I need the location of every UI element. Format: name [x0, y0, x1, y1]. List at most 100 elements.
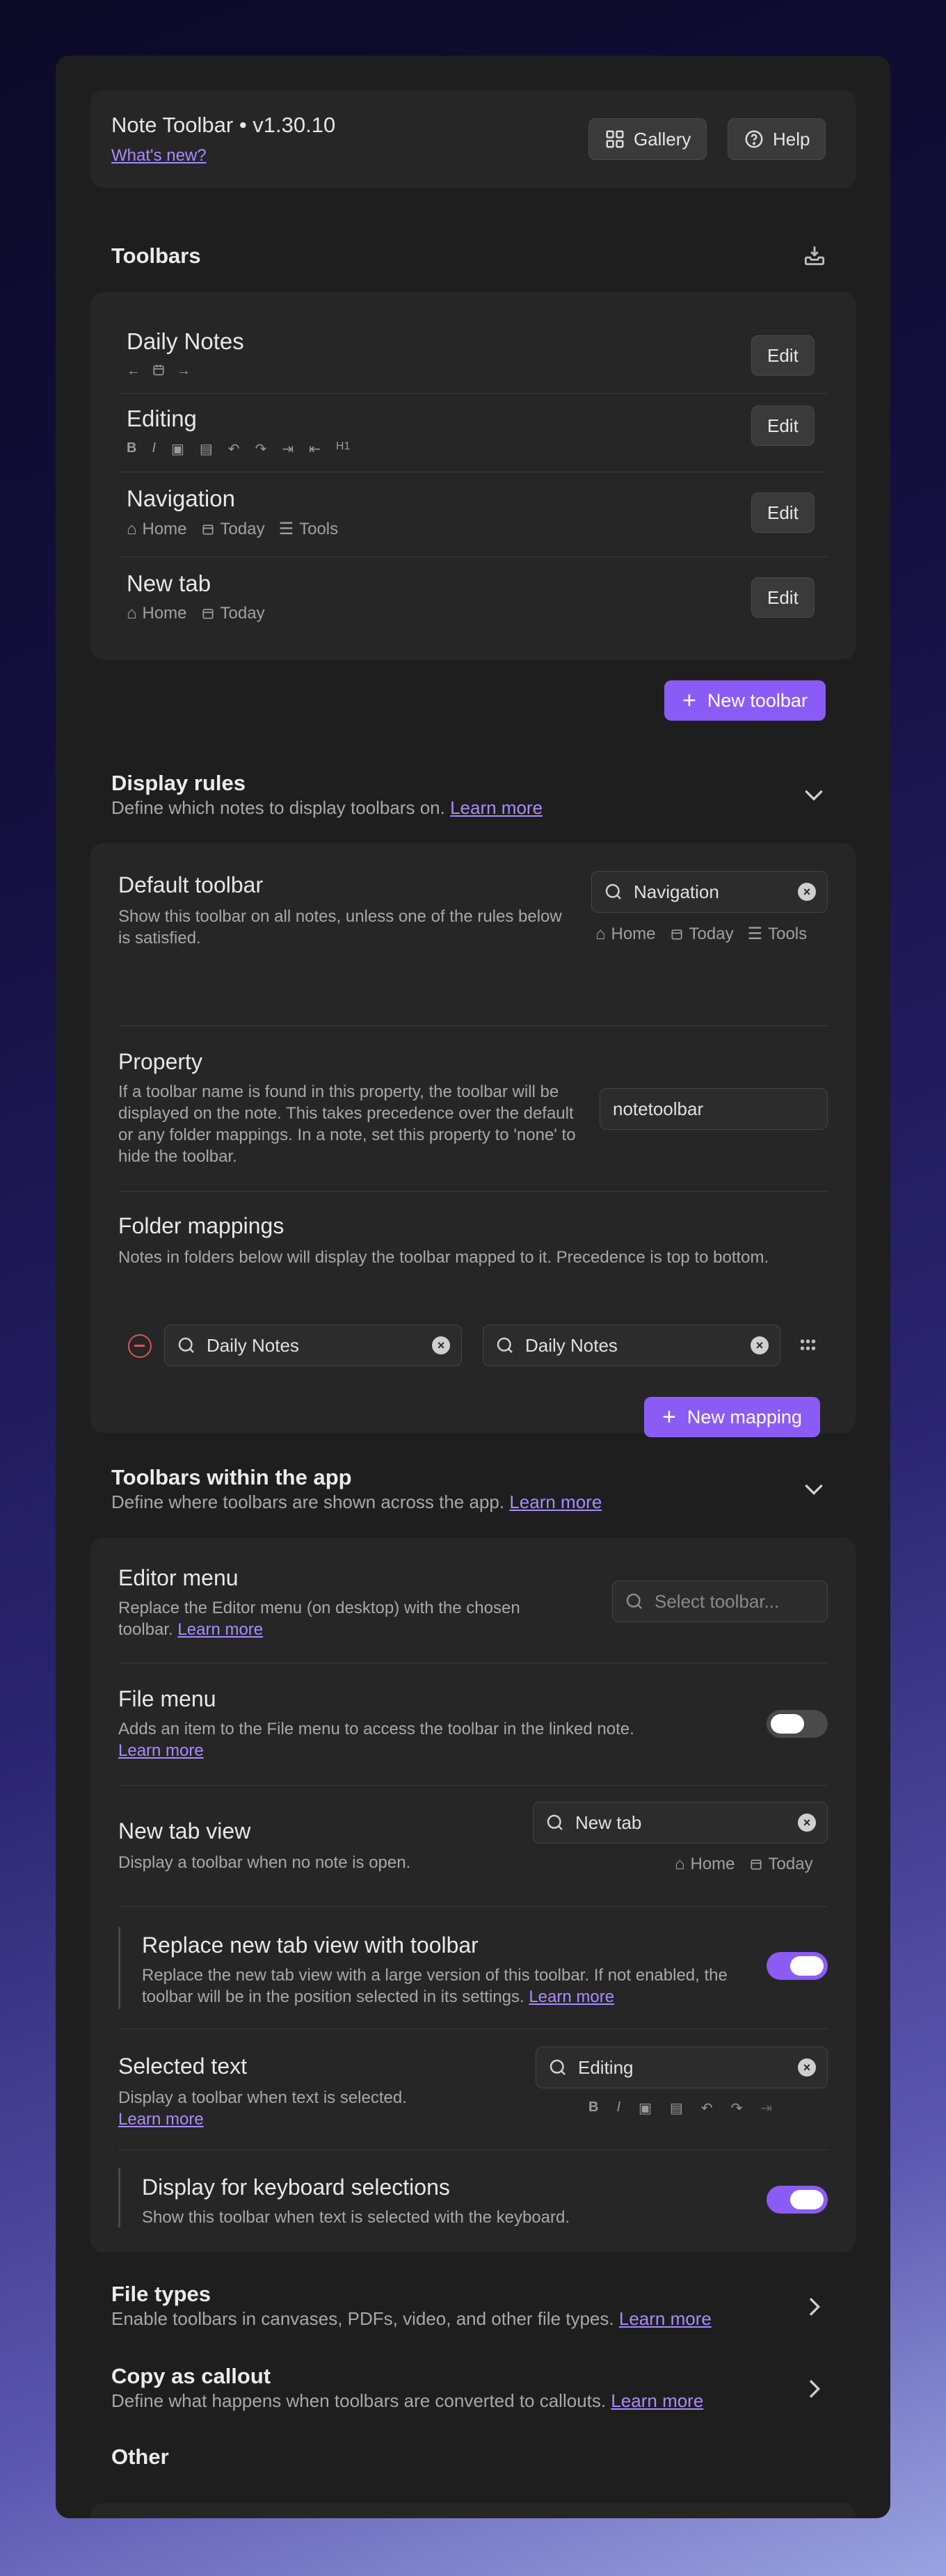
- clear-icon[interactable]: ×: [798, 2058, 816, 2077]
- chevron-down-icon[interactable]: [800, 1475, 828, 1503]
- setting-desc: If a toolbar name is found in this prope…: [118, 1082, 576, 1166]
- clear-icon[interactable]: ×: [751, 1336, 769, 1354]
- replace-new-tab-toggle[interactable]: [767, 1952, 828, 1980]
- preview-label: Tools: [768, 924, 808, 943]
- whats-new-link[interactable]: What's new?: [111, 146, 207, 166]
- chevron-right-icon[interactable]: [800, 2375, 828, 2403]
- copy-callout-row[interactable]: Copy as callout Define what happens when…: [90, 2358, 856, 2421]
- setting-desc: Show this toolbar on all notes, unless o…: [118, 907, 562, 947]
- new-tab-view-select[interactable]: New tab ×: [533, 1802, 828, 1843]
- select-value: Editing: [578, 2056, 634, 2078]
- learn-more-link[interactable]: Learn more: [529, 1987, 614, 2006]
- file-types-title: File types: [111, 2282, 211, 2306]
- divider: [118, 1906, 828, 1907]
- display-rules-heading[interactable]: Display rules Define which notes to disp…: [90, 765, 856, 828]
- learn-more-link[interactable]: Learn more: [450, 797, 543, 818]
- toolbar-item-navigation: Navigation ⌂ Home Today ☰ Tools Edit: [90, 472, 856, 555]
- setting-desc: Replace the Editor menu (on desktop) wit…: [118, 1597, 570, 1640]
- gallery-button[interactable]: Gallery: [588, 118, 707, 160]
- indent-icon: ⇥: [760, 2101, 773, 2116]
- setting-title: Editor menu: [118, 1565, 239, 1590]
- input-value: notetoolbar: [613, 1098, 704, 1119]
- plugin-title: Note Toolbar • v1.30.10: [111, 113, 336, 137]
- toolbar-preview: ⌂ Home Today ☰ Tools: [595, 924, 807, 944]
- help-button[interactable]: Help: [728, 118, 826, 160]
- app-toolbars-heading[interactable]: Toolbars within the app Define where too…: [90, 1459, 856, 1522]
- desc-text: Define where toolbars are shown across t…: [111, 1491, 505, 1512]
- toolbar-preview: ⌂ Home Today: [127, 604, 265, 623]
- keyboard-selections-toggle[interactable]: [767, 2186, 828, 2214]
- toolbar-name: Editing: [127, 406, 197, 431]
- edit-button[interactable]: Edit: [751, 406, 815, 446]
- setting-desc: Show this toolbar when text is selected …: [142, 2208, 570, 2227]
- home-icon: ⌂: [675, 1855, 685, 1873]
- learn-more-link[interactable]: Learn more: [509, 1491, 602, 1512]
- file-types-row[interactable]: File types Enable toolbars in canvases, …: [90, 2276, 856, 2339]
- settings-panel: Note Toolbar • v1.30.10 What's new? Gall…: [56, 56, 890, 2518]
- learn-more-link[interactable]: Learn more: [177, 1620, 263, 1639]
- setting-title: Display for keyboard selections: [142, 2175, 450, 2200]
- import-icon[interactable]: [801, 242, 828, 269]
- toolbar-preview: B I ▣ ▤ ↶ ↷ ⇥: [588, 2099, 772, 2117]
- select-value: Daily Notes: [525, 1334, 618, 1356]
- learn-more-link[interactable]: Learn more: [118, 2110, 204, 2129]
- toolbar-preview: ⌂ Home Today ☰ Tools: [127, 519, 338, 539]
- property-input[interactable]: notetoolbar: [600, 1088, 828, 1130]
- arrow-left-icon: ←: [127, 363, 141, 378]
- mapping-toolbar-select[interactable]: Daily Notes ×: [483, 1325, 780, 1366]
- chevron-right-icon[interactable]: [800, 2293, 828, 2321]
- preview-label: Home: [142, 519, 187, 538]
- learn-more-link[interactable]: Learn more: [611, 2390, 703, 2411]
- app-toolbars-card: Editor menu Replace the Editor menu (on …: [90, 1537, 856, 2253]
- file-types-desc: Enable toolbars in canvases, PDFs, video…: [111, 2308, 712, 2330]
- preview-label: Today: [220, 519, 265, 538]
- heading-icon: H1: [335, 440, 351, 452]
- setting-title: Folder mappings: [118, 1213, 284, 1238]
- new-toolbar-button[interactable]: + New toolbar: [664, 680, 826, 721]
- plus-icon: +: [682, 687, 696, 714]
- setting-desc: Display a toolbar when no note is open.: [118, 1853, 411, 1872]
- app-toolbars-desc: Define where toolbars are shown across t…: [111, 1491, 602, 1513]
- clear-icon[interactable]: ×: [432, 1336, 450, 1354]
- learn-more-link[interactable]: Learn more: [619, 2308, 712, 2329]
- editor-menu-select[interactable]: Select toolbar...: [612, 1581, 828, 1622]
- chevron-down-icon[interactable]: [800, 781, 828, 808]
- file-menu-toggle[interactable]: [767, 1710, 828, 1738]
- toolbar-preview: B I ▣ ▤ ↶ ↷ ⇥ ⇤ H1: [127, 440, 350, 458]
- search-icon: [497, 1337, 513, 1353]
- selected-text-select[interactable]: Editing ×: [536, 2047, 828, 2088]
- drag-handle-icon[interactable]: ••• •••: [800, 1335, 817, 1356]
- learn-more-link[interactable]: Learn more: [118, 1741, 204, 1760]
- clear-icon[interactable]: ×: [798, 1814, 816, 1832]
- toolbar-item-editing: Editing B I ▣ ▤ ↶ ↷ ⇥ ⇤ H1 Edit: [90, 393, 856, 470]
- select-value: New tab: [575, 1811, 642, 1833]
- setting-title: Property: [118, 1049, 202, 1074]
- edit-button[interactable]: Edit: [751, 577, 815, 618]
- search-icon: [605, 883, 621, 899]
- desc-text: Enable toolbars in canvases, PDFs, video…: [111, 2308, 614, 2329]
- remove-mapping-icon[interactable]: [128, 1334, 152, 1358]
- copy-callout-desc: Define what happens when toolbars are co…: [111, 2390, 703, 2412]
- divider: [118, 1025, 828, 1026]
- calendar-icon: [202, 609, 214, 619]
- folder-input[interactable]: Daily Notes ×: [164, 1325, 462, 1366]
- new-mapping-button[interactable]: + New mapping: [644, 1397, 820, 1437]
- desc-text: Display a toolbar when text is selected.: [118, 2088, 407, 2107]
- input-value: Daily Notes: [207, 1334, 299, 1356]
- divider: [118, 1785, 828, 1786]
- other-card: [90, 2503, 856, 2518]
- toolbar-name: New tab: [127, 570, 211, 596]
- gallery-label: Gallery: [634, 128, 691, 150]
- edit-button[interactable]: Edit: [751, 335, 815, 376]
- toolbar-item-daily-notes: Daily Notes ← → Edit: [90, 299, 856, 378]
- calendar-icon: [751, 1859, 762, 1870]
- default-toolbar-select[interactable]: Navigation ×: [591, 871, 828, 913]
- toolbars-heading: Toolbars: [111, 243, 201, 268]
- italic-icon: I: [616, 2099, 621, 2115]
- search-icon: [547, 1814, 563, 1830]
- clear-icon[interactable]: ×: [798, 883, 816, 901]
- edit-button[interactable]: Edit: [751, 493, 815, 533]
- calendar-icon: [153, 365, 164, 376]
- display-rules-desc: Define which notes to display toolbars o…: [111, 797, 543, 819]
- preview-label: Today: [220, 604, 265, 623]
